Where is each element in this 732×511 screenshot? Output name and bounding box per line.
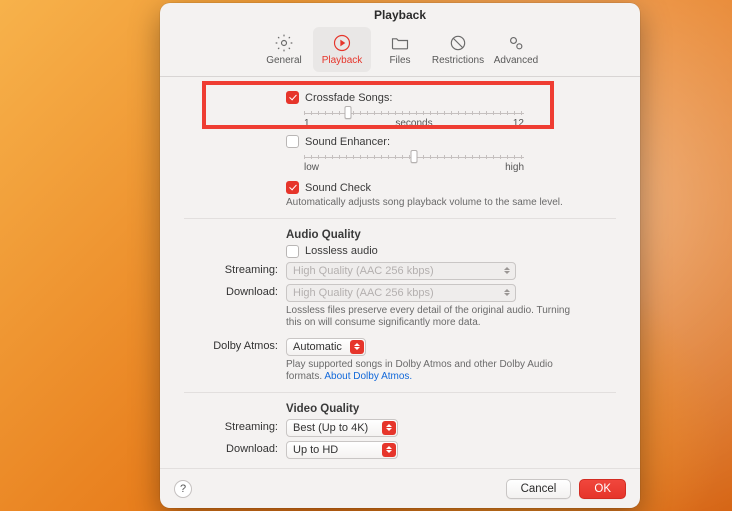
dolby-label: Dolby Atmos: [184, 338, 286, 352]
dolby-desc: Play supported songs in Dolby Atmos and … [286, 359, 586, 384]
vq-streaming-select[interactable]: Best (Up to 4K) [286, 419, 398, 437]
window-title: Playback [160, 3, 640, 27]
enhancer-checkbox[interactable] [286, 135, 299, 148]
desktop-background: Playback General Playback Files Restrict… [0, 0, 732, 511]
video-quality-heading: Video Quality [286, 403, 616, 415]
dolby-select[interactable]: Automatic [286, 338, 366, 356]
soundcheck-checkbox[interactable] [286, 181, 299, 194]
chevron-updown-icon [500, 264, 514, 278]
aq-download-label: Download: [184, 284, 286, 298]
crossfade-unit-label: seconds [395, 118, 432, 129]
gears-icon [506, 33, 526, 53]
chevron-updown-icon [382, 443, 396, 457]
preferences-body: Crossfade Songs: 1 seconds 12 [160, 77, 640, 468]
gear-icon [274, 33, 294, 53]
aq-streaming-label: Streaming: [184, 262, 286, 276]
tab-label: Playback [322, 55, 363, 66]
tab-general[interactable]: General [255, 27, 313, 72]
chevron-updown-icon [500, 286, 514, 300]
preferences-toolbar: General Playback Files Restrictions Adva… [160, 27, 640, 77]
aq-download-value: High Quality (AAC 256 kbps) [293, 287, 434, 299]
dialog-footer: ? Cancel OK [160, 468, 640, 508]
crossfade-max-label: 12 [513, 118, 524, 129]
ok-button[interactable]: OK [579, 479, 626, 499]
enhancer-slider[interactable]: low high [304, 152, 524, 173]
vq-streaming-value: Best (Up to 4K) [293, 422, 368, 434]
dolby-link[interactable]: About Dolby Atmos. [324, 371, 412, 382]
soundcheck-desc: Automatically adjusts song playback volu… [286, 197, 616, 210]
enhancer-high-label: high [505, 162, 524, 173]
vq-download-label: Download: [184, 441, 286, 455]
tab-files[interactable]: Files [371, 27, 429, 72]
preferences-window: Playback General Playback Files Restrict… [160, 3, 640, 508]
lossless-checkbox-row[interactable]: Lossless audio [286, 245, 616, 258]
aq-streaming-value: High Quality (AAC 256 kbps) [293, 265, 434, 277]
vq-download-value: Up to HD [293, 444, 338, 456]
enhancer-low-label: low [304, 162, 319, 173]
help-button[interactable]: ? [174, 480, 192, 498]
enhancer-label: Sound Enhancer: [305, 136, 390, 148]
crossfade-label: Crossfade Songs: [305, 92, 392, 104]
aq-desc: Lossless files preserve every detail of … [286, 305, 576, 330]
crossfade-min-label: 1 [304, 118, 310, 129]
lossless-label: Lossless audio [305, 245, 378, 257]
aq-streaming-select[interactable]: High Quality (AAC 256 kbps) [286, 262, 516, 280]
crossfade-slider[interactable]: 1 seconds 12 [304, 108, 524, 129]
chevron-updown-icon [350, 340, 364, 354]
lossless-checkbox[interactable] [286, 245, 299, 258]
folder-icon [390, 33, 410, 53]
tab-restrictions[interactable]: Restrictions [429, 27, 487, 72]
audio-quality-heading: Audio Quality [286, 229, 616, 241]
enhancer-checkbox-row[interactable]: Sound Enhancer: [286, 135, 616, 148]
crossfade-checkbox[interactable] [286, 91, 299, 104]
soundcheck-checkbox-row[interactable]: Sound Check [286, 181, 616, 194]
tab-advanced[interactable]: Advanced [487, 27, 545, 72]
tab-label: Restrictions [432, 55, 484, 66]
tab-label: Files [389, 55, 410, 66]
tab-playback[interactable]: Playback [313, 27, 371, 72]
vq-streaming-label: Streaming: [184, 419, 286, 433]
aq-download-select[interactable]: High Quality (AAC 256 kbps) [286, 284, 516, 302]
nosign-icon [448, 33, 468, 53]
cancel-button[interactable]: Cancel [506, 479, 572, 499]
play-icon [332, 33, 352, 53]
chevron-updown-icon [382, 421, 396, 435]
tab-label: General [266, 55, 302, 66]
dolby-value: Automatic [293, 341, 342, 353]
crossfade-checkbox-row[interactable]: Crossfade Songs: [286, 91, 616, 104]
tab-label: Advanced [494, 55, 538, 66]
soundcheck-label: Sound Check [305, 182, 371, 194]
vq-download-select[interactable]: Up to HD [286, 441, 398, 459]
